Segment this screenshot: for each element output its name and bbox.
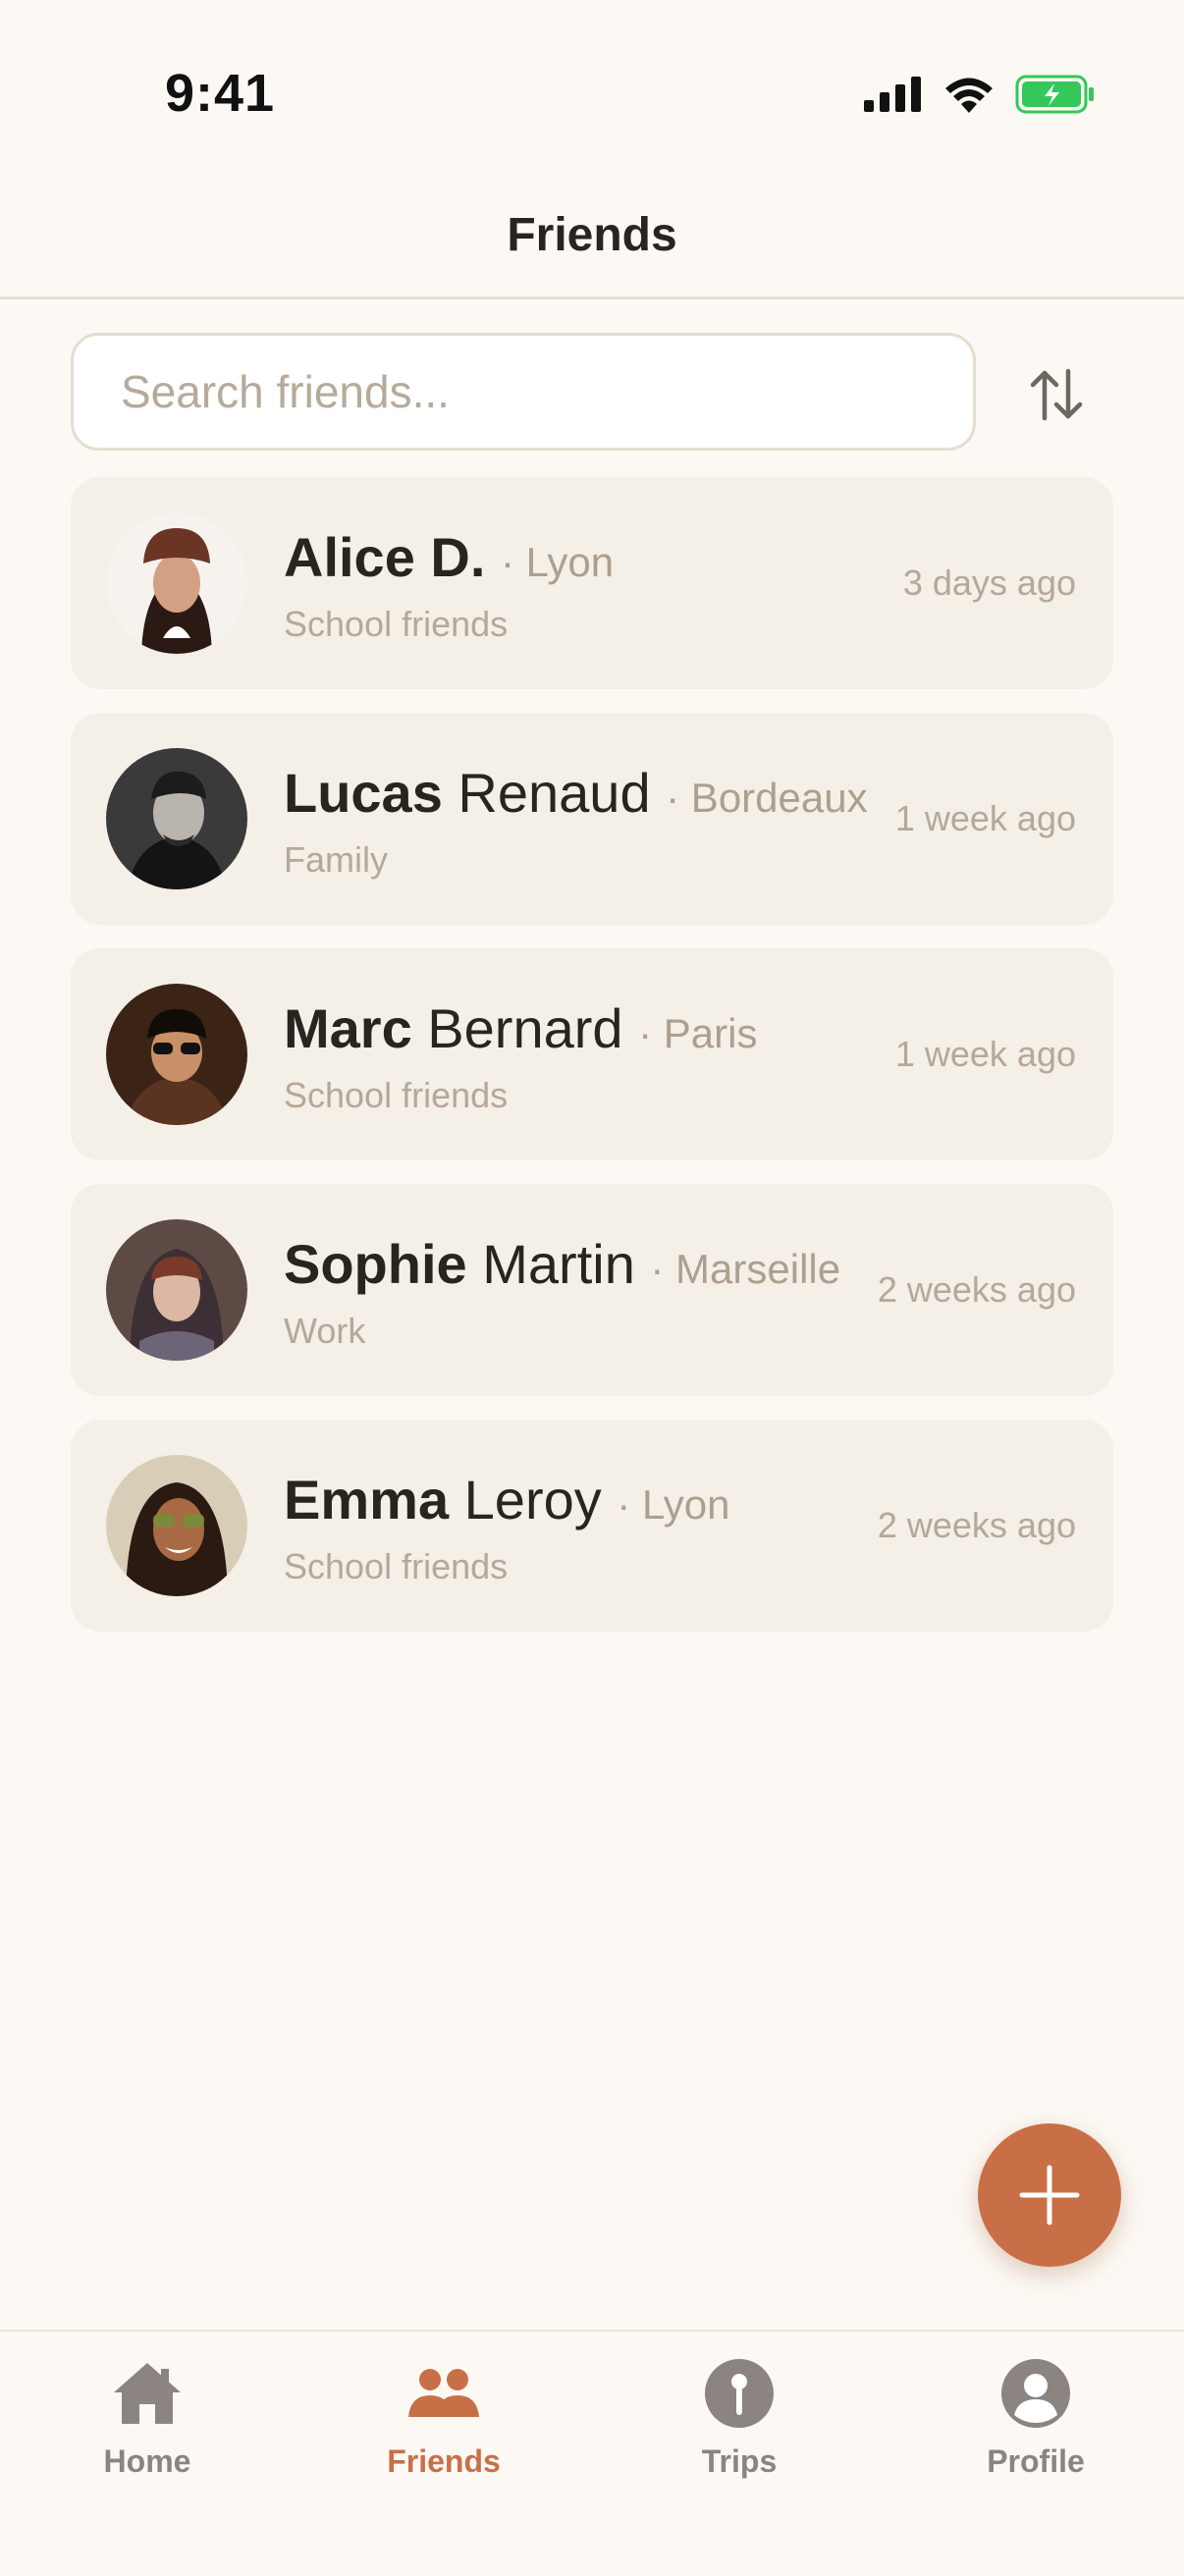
status-bar: 9:41 [0,0,1184,187]
tab-friends-label: Friends [387,2443,501,2479]
friend-first-name: Lucas [284,762,443,824]
friend-first-name: Alice D. [284,526,486,588]
friend-group: School friends [284,1075,509,1115]
friend-group: Family [284,839,388,880]
friend-name-line: Sophie Martin · Marseille [284,1233,840,1301]
friend-name-line: Alice D. · Lyon [284,526,614,594]
plus-icon [1019,2165,1080,2226]
tab-bar: Home Friends Trips Profile [0,2330,1184,2576]
tab-profile-label: Profile [987,2443,1085,2479]
signal-icon [864,77,921,112]
avatar [106,1455,247,1596]
status-icons [864,75,1096,114]
friend-info: Emma Leroy · Lyon School friends [284,1469,729,1587]
friends-icon [408,2369,479,2417]
friend-first-name: Emma [284,1469,450,1530]
friend-last-name: Martin [466,1233,635,1295]
status-time: 9:41 [165,64,276,123]
friend-group: School friends [284,1546,509,1586]
tab-profile[interactable]: Profile [938,2349,1134,2480]
tab-trips[interactable]: Trips [641,2349,837,2480]
tab-trips-label: Trips [701,2443,778,2479]
friend-last-name: Renaud [442,762,651,824]
battery-icon [1015,75,1094,114]
friend-info: Lucas Renaud · Bordeaux Family [284,762,868,881]
friend-card[interactable]: Alice D. · Lyon School friends 3 days ag… [71,477,1113,689]
friend-card[interactable]: Lucas Renaud · Bordeaux Family 1 week ag… [71,713,1113,925]
friend-city: · Bordeaux [666,775,868,821]
friend-last-seen: 3 days ago [902,563,1076,603]
friend-last-seen: 2 weeks ago [877,1269,1076,1310]
friend-city: · Marseille [650,1246,841,1292]
friend-info: Alice D. · Lyon School friends [284,526,614,645]
friend-city: · Lyon [617,1481,730,1528]
header-divider [0,296,1184,299]
friend-last-name: Bernard [411,997,623,1059]
avatar [106,984,247,1125]
friend-card[interactable]: Marc Bernard · Paris School friends 1 we… [71,948,1113,1160]
friends-list: Alice D. · Lyon School friends 3 days ag… [71,477,1113,1655]
friend-name-line: Emma Leroy · Lyon [284,1469,729,1536]
friend-card[interactable]: Emma Leroy · Lyon School friends 2 weeks… [71,1420,1113,1632]
profile-icon [1001,2359,1070,2428]
friend-card[interactable]: Sophie Martin · Marseille Work 2 weeks a… [71,1184,1113,1396]
friend-last-seen: 1 week ago [894,1034,1076,1074]
friend-info: Sophie Martin · Marseille Work [284,1233,840,1352]
friend-city: · Paris [638,1010,758,1056]
friend-first-name: Marc [284,997,412,1059]
friend-info: Marc Bernard · Paris School friends [284,997,757,1116]
sort-icon [1030,368,1083,421]
friend-last-name: Leroy [449,1469,602,1530]
tab-home-label: Home [103,2443,191,2479]
avatar [106,1219,247,1361]
avatar [106,748,247,889]
home-icon [114,2363,181,2424]
search-placeholder: Search friends... [121,366,450,417]
friend-group: School friends [284,604,509,644]
wifi-icon [945,78,993,113]
friend-first-name: Sophie [284,1233,467,1295]
tab-friends[interactable]: Friends [346,2349,542,2480]
friend-city: · Lyon [500,539,615,585]
friend-last-seen: 2 weeks ago [877,1505,1076,1545]
page-title: Friends [507,209,677,261]
tab-home[interactable]: Home [49,2349,245,2480]
search-input[interactable]: Search friends... [71,333,976,451]
friend-name-line: Lucas Renaud · Bordeaux [284,762,868,830]
friend-name-line: Marc Bernard · Paris [284,997,757,1065]
friend-last-seen: 1 week ago [894,798,1076,838]
pin-icon [705,2359,774,2428]
add-friend-button[interactable] [978,2123,1121,2267]
friend-group: Work [284,1311,366,1351]
sort-button[interactable] [1021,359,1092,430]
avatar [106,512,247,654]
